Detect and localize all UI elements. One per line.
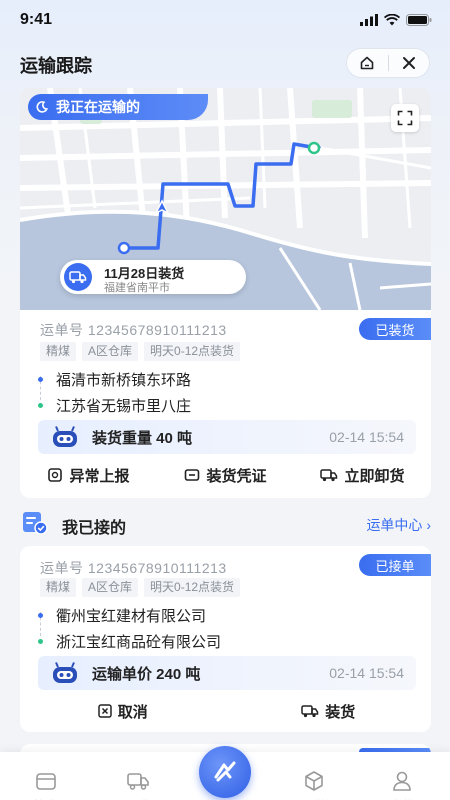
- tab-label: 找货: [16, 796, 76, 800]
- status-time: 9:41: [20, 11, 53, 28]
- destination-row: 浙江宝红商品砼有限公司: [38, 628, 418, 654]
- destination-row: 江苏省无锡市里八庄: [38, 392, 418, 418]
- waybill-number: 运单号 12345678910111213: [40, 560, 227, 576]
- tag: 明天0-12点装货: [144, 342, 241, 361]
- cancel-icon: [97, 704, 112, 718]
- destination-address: 浙江宝红商品砼有限公司: [56, 633, 222, 651]
- center-action-button[interactable]: [199, 746, 251, 798]
- origin-address: 衢州宝红建材有限公司: [56, 607, 207, 625]
- map-fullscreen-button[interactable]: [391, 104, 419, 132]
- truck-icon: [64, 263, 92, 291]
- waybill-center-link[interactable]: 运单中心 ›: [366, 515, 431, 535]
- loading-voucher-label: 装货凭证: [206, 467, 267, 485]
- route-map[interactable]: 我正在运输的 11月28日装货 福建省南平市: [20, 88, 431, 310]
- section-title: 我已接的: [62, 520, 127, 537]
- order-tags: 精煤 A区仓库 明天0-12点装货: [40, 342, 241, 361]
- truck-icon: [127, 773, 149, 790]
- logo-mark-icon: [214, 761, 236, 782]
- load-weight-label: 装货重量 40 吨: [92, 429, 193, 447]
- bottom-tab-bar: 找货 跑货 运营 我的: [0, 746, 450, 800]
- accepted-section-header: 我已接的 运单中心 ›: [20, 508, 431, 538]
- waybill-center-label: 运单中心: [366, 517, 423, 533]
- close-icon: [402, 57, 415, 69]
- order-tags: 精煤 A区仓库 明天0-12点装货: [40, 578, 241, 597]
- tab-run-goods[interactable]: 跑货: [108, 770, 168, 800]
- truck-icon: [320, 469, 338, 482]
- home-icon: [360, 56, 374, 70]
- tab-operations[interactable]: 运营: [284, 770, 344, 800]
- tag: A区仓库: [82, 578, 139, 597]
- unload-now-label: 立即卸货: [344, 467, 405, 485]
- cube-icon: [305, 771, 323, 791]
- origin-dot: [38, 612, 43, 618]
- tab-mine[interactable]: 我的: [372, 770, 432, 800]
- status-bar: 9:41: [0, 0, 450, 40]
- load-label: 装货: [325, 703, 356, 721]
- document-check-icon: [23, 512, 48, 535]
- signal-icon: [360, 14, 378, 26]
- accepted-order-card[interactable]: 运单号 12345678910111213 已接单 精煤 A区仓库 明天0-12…: [20, 546, 431, 732]
- status-badge: 已接单: [359, 554, 431, 576]
- chevron-right-icon: ›: [426, 517, 431, 533]
- order-actions: 取消 装货: [20, 696, 431, 726]
- order-actions: 异常上报 装货凭证 立即卸货: [20, 460, 431, 490]
- fullscreen-icon: [397, 110, 413, 126]
- report-exception-label: 异常上报: [69, 467, 130, 485]
- home-button[interactable]: [347, 49, 388, 77]
- route-addresses: 福清市新桥镇东环路 江苏省无锡市里八庄: [38, 366, 418, 418]
- current-transport-card: 我正在运输的 11月28日装货 福建省南平市 运单号 1234567891011…: [20, 88, 431, 498]
- destination-address: 江苏省无锡市里八庄: [56, 397, 192, 415]
- tag: 精煤: [40, 342, 77, 361]
- destination-dot: [38, 638, 43, 644]
- load-weight-bar: 装货重量 40 吨 02-14 15:54: [38, 420, 416, 454]
- origin-dot: [38, 376, 43, 382]
- tag: 精煤: [40, 578, 77, 597]
- mini-program-capsule: [346, 48, 430, 78]
- load-time: 02-14 15:54: [329, 429, 404, 445]
- battery-icon: [406, 14, 432, 26]
- waybill-number: 运单号 12345678910111213: [40, 322, 227, 338]
- tab-find-goods[interactable]: 找货: [16, 770, 76, 800]
- order-time: 02-14 15:54: [329, 665, 404, 681]
- tab-label: 运营: [284, 796, 344, 800]
- report-exception-button[interactable]: 异常上报: [20, 460, 157, 490]
- load-button[interactable]: 装货: [226, 696, 432, 726]
- destination-dot: [38, 402, 43, 408]
- origin-row: 福清市新桥镇东环路: [38, 366, 418, 392]
- origin-row: 衢州宝红建材有限公司: [38, 602, 418, 628]
- loading-voucher-button[interactable]: 装货凭证: [157, 460, 294, 490]
- close-button[interactable]: [389, 49, 430, 77]
- truck-icon: [301, 705, 319, 718]
- wifi-icon: [384, 14, 400, 26]
- wallet-icon: [36, 773, 56, 790]
- tag: A区仓库: [82, 342, 139, 361]
- robot-icon: [53, 662, 77, 683]
- moon-icon: [36, 101, 48, 113]
- status-icons: [360, 14, 432, 26]
- tag: 明天0-12点装货: [144, 578, 241, 597]
- transport-status-banner: 我正在运输的: [28, 94, 208, 120]
- page-title: 运输跟踪: [20, 56, 92, 76]
- status-badge: 已装货: [359, 318, 431, 340]
- report-icon: [48, 468, 63, 482]
- origin-address: 福清市新桥镇东环路: [56, 371, 192, 389]
- tab-label: 我的: [372, 796, 432, 800]
- route-addresses: 衢州宝红建材有限公司 浙江宝红商品砼有限公司: [38, 602, 418, 654]
- cancel-label: 取消: [117, 703, 148, 721]
- voucher-icon: [185, 469, 200, 481]
- unit-price-bar: 运输单价 240 吨 02-14 15:54: [38, 656, 416, 690]
- user-icon: [393, 771, 411, 791]
- robot-icon: [53, 426, 77, 447]
- loading-info-bubble: 11月28日装货 福建省南平市: [60, 260, 246, 294]
- bubble-subtitle: 福建省南平市: [104, 282, 170, 294]
- unload-now-button[interactable]: 立即卸货: [294, 460, 431, 490]
- cancel-button[interactable]: 取消: [20, 696, 226, 726]
- unit-price-label: 运输单价 240 吨: [92, 665, 201, 683]
- banner-text: 我正在运输的: [56, 99, 140, 115]
- tab-label: 跑货: [108, 796, 168, 800]
- title-bar: 运输跟踪: [0, 44, 450, 84]
